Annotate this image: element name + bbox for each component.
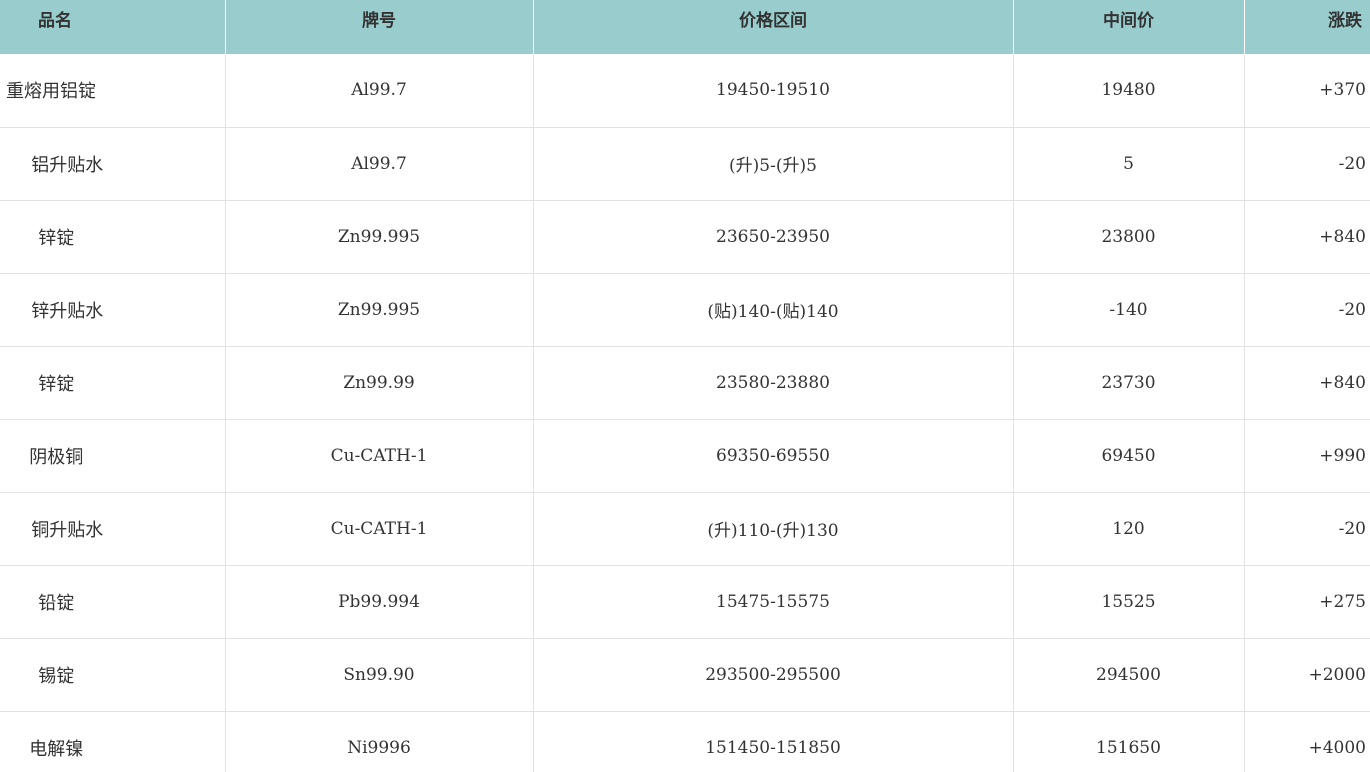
cell-mid-price: 5 [1013, 127, 1245, 201]
cell-change: -20 [1244, 127, 1370, 201]
cell-price-range: 151450-151850 [533, 711, 1014, 772]
cell-name: 锌锭 [0, 346, 226, 420]
table-row: 铝升贴水 Al99.7 (升)5-(升)5 5 -20 [0, 127, 1370, 201]
cell-change: +275 [1244, 565, 1370, 639]
cell-change: +990 [1244, 419, 1370, 493]
cell-name: 重熔用铝锭 [0, 54, 226, 128]
cell-name: 铜升贴水 [0, 492, 226, 566]
header-mid-price: 中间价 [1013, 0, 1245, 54]
cell-mid-price: 15525 [1013, 565, 1245, 639]
cell-name: 阴极铜 [0, 419, 226, 493]
cell-change: +4000 [1244, 711, 1370, 772]
cell-name: 电解镍 [0, 711, 226, 772]
cell-price-range: (升)110-(升)130 [533, 492, 1014, 566]
cell-grade: Sn99.90 [225, 638, 534, 712]
cell-grade: Cu-CATH-1 [225, 492, 534, 566]
table-row: 锌锭 Zn99.99 23580-23880 23730 +840 [0, 346, 1370, 420]
cell-grade: Zn99.995 [225, 273, 534, 347]
cell-grade: Al99.7 [225, 54, 534, 128]
cell-mid-price: 120 [1013, 492, 1245, 566]
table-row: 铅锭 Pb99.994 15475-15575 15525 +275 [0, 565, 1370, 639]
cell-price-range: 293500-295500 [533, 638, 1014, 712]
cell-mid-price: 151650 [1013, 711, 1245, 772]
cell-price-range: 23650-23950 [533, 200, 1014, 274]
header-name: 品名 [0, 0, 226, 54]
cell-grade: Ni9996 [225, 711, 534, 772]
cell-price-range: (升)5-(升)5 [533, 127, 1014, 201]
cell-price-range: 19450-19510 [533, 54, 1014, 128]
cell-change: +370 [1244, 54, 1370, 128]
table-row: 重熔用铝锭 Al99.7 19450-19510 19480 +370 [0, 54, 1370, 128]
cell-name: 铝升贴水 [0, 127, 226, 201]
table-body: 重熔用铝锭 Al99.7 19450-19510 19480 +370 铝升贴水… [0, 54, 1370, 772]
header-grade: 牌号 [225, 0, 534, 54]
cell-mid-price: -140 [1013, 273, 1245, 347]
table-row: 锌锭 Zn99.995 23650-23950 23800 +840 [0, 200, 1370, 274]
table-header: 品名 牌号 价格区间 中间价 涨跌 [0, 0, 1370, 54]
cell-grade: Zn99.99 [225, 346, 534, 420]
cell-mid-price: 69450 [1013, 419, 1245, 493]
cell-grade: Zn99.995 [225, 200, 534, 274]
cell-change: +840 [1244, 200, 1370, 274]
cell-name: 锡锭 [0, 638, 226, 712]
cell-mid-price: 19480 [1013, 54, 1245, 128]
table-row: 铜升贴水 Cu-CATH-1 (升)110-(升)130 120 -20 [0, 492, 1370, 566]
header-price-range: 价格区间 [533, 0, 1014, 54]
cell-change: +2000 [1244, 638, 1370, 712]
table-row: 锡锭 Sn99.90 293500-295500 294500 +2000 [0, 638, 1370, 712]
header-row: 品名 牌号 价格区间 中间价 涨跌 [0, 0, 1370, 54]
cell-change: -20 [1244, 273, 1370, 347]
cell-price-range: 69350-69550 [533, 419, 1014, 493]
cell-grade: Al99.7 [225, 127, 534, 201]
cell-mid-price: 294500 [1013, 638, 1245, 712]
table-row: 阴极铜 Cu-CATH-1 69350-69550 69450 +990 [0, 419, 1370, 493]
cell-grade: Pb99.994 [225, 565, 534, 639]
cell-name: 锌升贴水 [0, 273, 226, 347]
table-row: 锌升贴水 Zn99.995 (贴)140-(贴)140 -140 -20 [0, 273, 1370, 347]
price-table: 品名 牌号 价格区间 中间价 涨跌 重熔用铝锭 Al99.7 19450-195… [0, 0, 1370, 772]
cell-mid-price: 23730 [1013, 346, 1245, 420]
cell-change: -20 [1244, 492, 1370, 566]
cell-price-range: 15475-15575 [533, 565, 1014, 639]
cell-price-range: 23580-23880 [533, 346, 1014, 420]
cell-price-range: (贴)140-(贴)140 [533, 273, 1014, 347]
header-change: 涨跌 [1244, 0, 1370, 54]
cell-grade: Cu-CATH-1 [225, 419, 534, 493]
cell-name: 锌锭 [0, 200, 226, 274]
cell-name: 铅锭 [0, 565, 226, 639]
cell-change: +840 [1244, 346, 1370, 420]
table-row: 电解镍 Ni9996 151450-151850 151650 +4000 [0, 711, 1370, 772]
cell-mid-price: 23800 [1013, 200, 1245, 274]
